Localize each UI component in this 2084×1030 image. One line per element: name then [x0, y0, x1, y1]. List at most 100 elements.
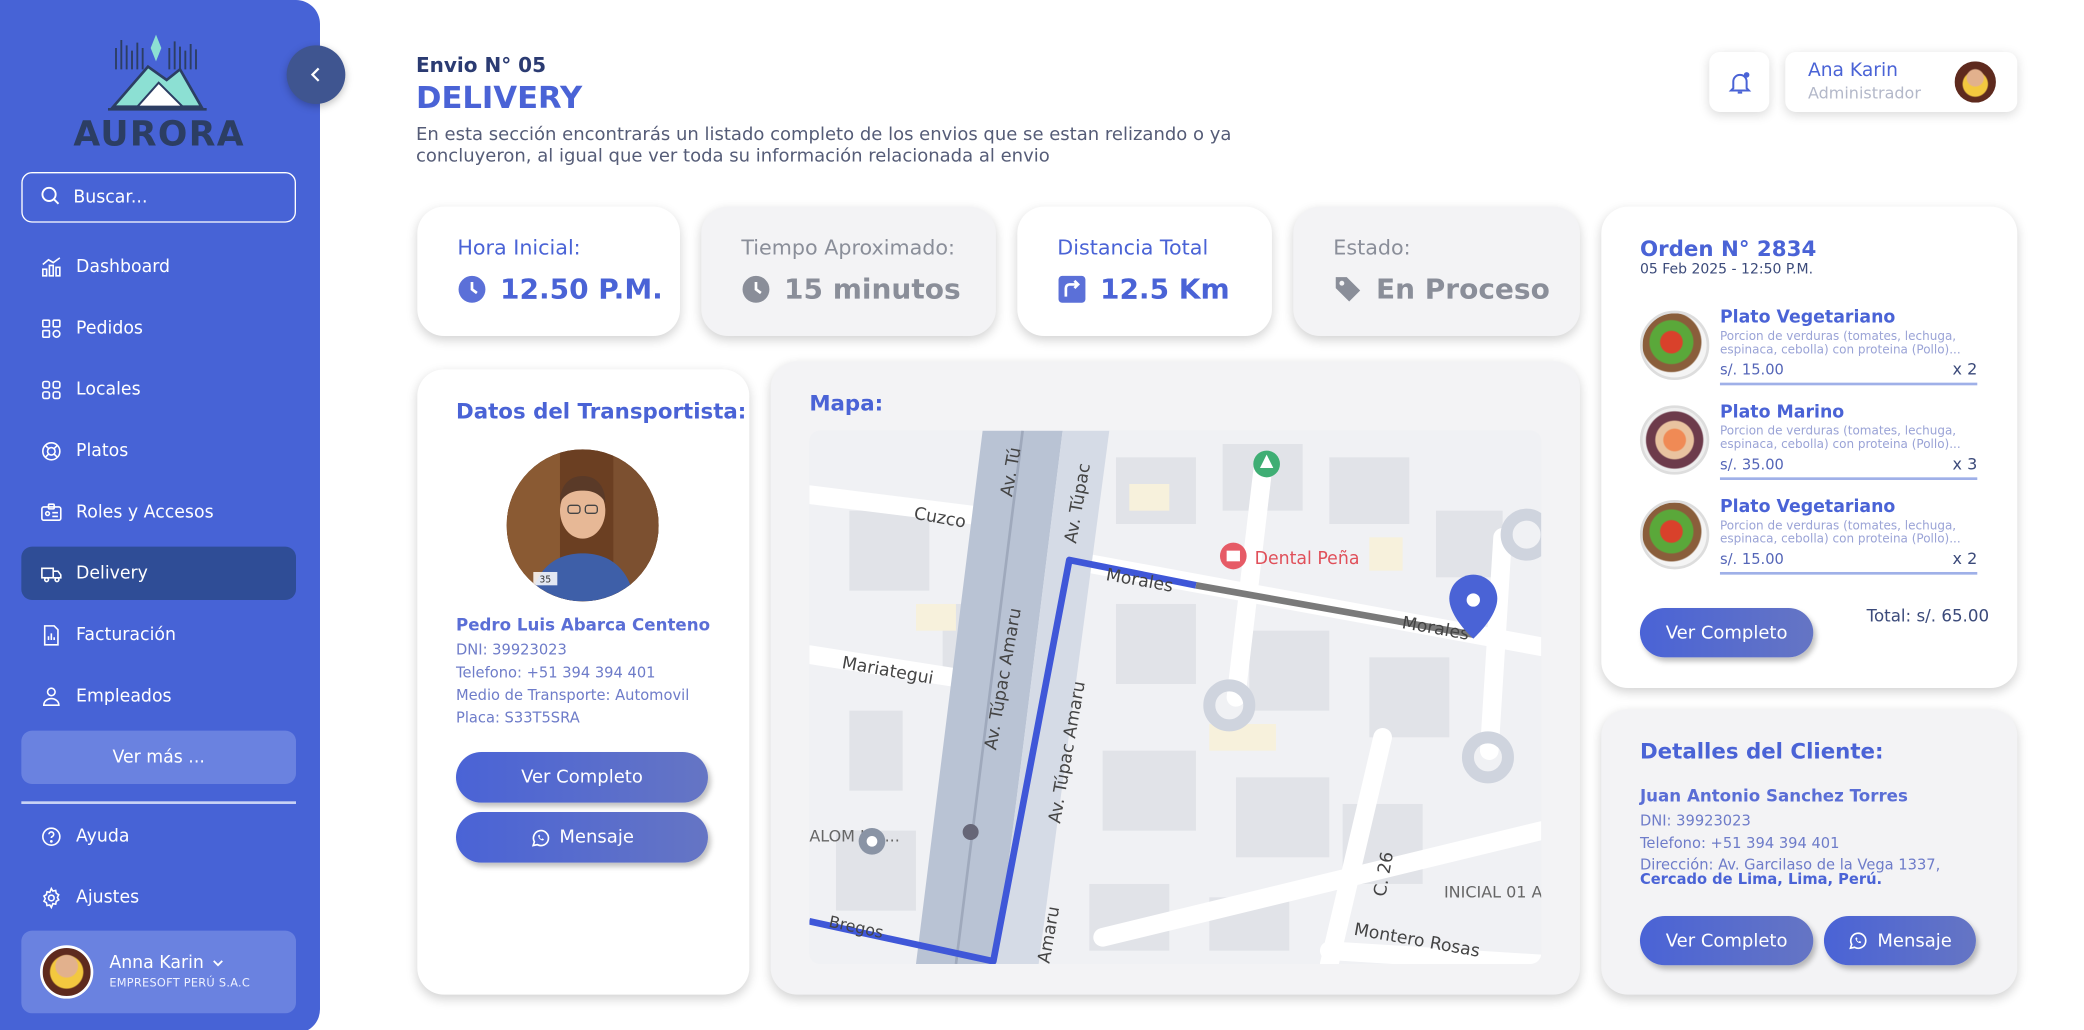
- dish-image: [1639, 405, 1710, 475]
- nav-label: Locales: [75, 379, 141, 400]
- user-name: Anna Karin: [109, 953, 204, 974]
- driver-plate: Placa: S33T5SRA: [455, 709, 580, 727]
- whatsapp-icon: [531, 829, 549, 846]
- client-card: Detalles del Cliente: Juan Antonio Sanch…: [1601, 709, 2018, 995]
- driver-card: Datos del Transportista: 35 Pedro Luis A…: [417, 369, 750, 995]
- stat-value: En Proceso: [1375, 273, 1550, 306]
- order-item: Plato Vegetariano Porcion de verduras (t…: [1639, 307, 1978, 388]
- clock-icon: [742, 275, 770, 303]
- dish-image: [1639, 310, 1710, 380]
- nav-pedidos[interactable]: Pedidos: [21, 301, 296, 354]
- order-view-button[interactable]: Ver Completo: [1639, 607, 1814, 658]
- header-profile[interactable]: Ana Karin Administrador: [1785, 51, 2018, 112]
- distance-card: Distancia Total 12.5 Km: [1017, 206, 1272, 336]
- client-view-button[interactable]: Ver Completo: [1639, 915, 1814, 966]
- nav-ajustes[interactable]: Ajustes: [21, 871, 296, 924]
- chart-icon: [42, 256, 61, 276]
- place-label: ALOM IAL...: [809, 826, 900, 845]
- clock-icon: [458, 275, 486, 303]
- client-address: Dirección: Av. Garcilaso de la Vega 1337…: [1640, 857, 1987, 886]
- start-time-card: Hora Inicial: 12.50 P.M.: [417, 206, 680, 336]
- item-name: Plato Vegetariano: [1719, 307, 1896, 328]
- chevron-left-icon: [310, 67, 320, 82]
- client-title: Detalles del Cliente:: [1639, 738, 1884, 764]
- item-description: Porcion de verduras (tomates, lechuga, e…: [1719, 330, 1961, 358]
- eta-card: Tiempo Aproximado: 15 minutos: [701, 206, 996, 336]
- order-date: 05 Feb 2025 - 12:50 P.M.: [1639, 261, 1814, 278]
- avatar: [1954, 61, 1996, 103]
- nav-ayuda[interactable]: Ayuda: [21, 809, 296, 862]
- address-city: Cercado de Lima, Lima, Perú.: [1639, 870, 1883, 888]
- order-total: Total: s/. 65.00: [1866, 605, 1990, 626]
- sidebar-divider: [21, 801, 296, 804]
- nav-label: Dashboard: [75, 256, 171, 277]
- order-card: Orden N° 2834 05 Feb 2025 - 12:50 P.M. P…: [1601, 206, 2018, 688]
- client-message-button[interactable]: Mensaje: [1823, 915, 1976, 966]
- avatar: [39, 945, 94, 999]
- stat-value: 12.50 P.M.: [499, 273, 663, 306]
- stat-value: 12.5 Km: [1099, 273, 1230, 306]
- nav-label: Facturación: [75, 624, 176, 645]
- dish-image: [1639, 499, 1710, 570]
- stat-value-row: 12.5 Km: [1057, 273, 1230, 306]
- driver-name: Pedro Luis Abarca Centeno: [455, 614, 711, 635]
- search-box[interactable]: [21, 171, 296, 223]
- stat-value-row: 12.50 P.M.: [457, 273, 663, 306]
- item-price: s/. 35.00: [1719, 455, 1784, 474]
- brand-name: AURORA: [73, 114, 245, 155]
- stat-value-row: 15 minutos: [741, 273, 961, 306]
- sidebar-user-card[interactable]: Anna Karin EMPRESOFT PERÚ S.A.C: [21, 930, 296, 1014]
- page-title: DELIVERY: [415, 81, 583, 116]
- search-icon: [39, 183, 62, 211]
- orders-icon: [42, 318, 61, 338]
- nav-label: Delivery: [75, 563, 148, 584]
- item-name: Plato Vegetariano: [1719, 497, 1896, 518]
- stat-value: 15 minutos: [783, 273, 961, 306]
- nav-delivery[interactable]: Delivery: [21, 546, 296, 600]
- stat-value-row: En Proceso: [1333, 273, 1550, 305]
- status-card: Estado: En Proceso: [1293, 206, 1580, 336]
- stat-label: Tiempo Aproximado:: [741, 235, 956, 260]
- item-divider: [1719, 382, 1978, 385]
- driver-phone: Telefono: +51 394 394 401: [455, 663, 656, 682]
- order-title: Orden N° 2834: [1639, 235, 1817, 262]
- nav-empleados[interactable]: Empleados: [21, 669, 296, 722]
- nav-dashboard[interactable]: Dashboard: [21, 240, 296, 293]
- page-description: En esta sección encontrarás un listado c…: [415, 123, 1232, 167]
- stat-label: Distancia Total: [1057, 235, 1209, 260]
- item-divider: [1719, 571, 1978, 574]
- stat-label: Hora Inicial:: [457, 235, 581, 260]
- nav-label: Platos: [75, 440, 129, 461]
- truck-icon: [41, 566, 62, 582]
- driver-photo: 35: [506, 449, 659, 602]
- id-card-icon: [41, 502, 62, 521]
- notifications-button[interactable]: [1709, 51, 1770, 112]
- client-dni: DNI: 39923023: [1639, 811, 1751, 830]
- driver-view-button[interactable]: Ver Completo: [455, 751, 708, 803]
- collapse-sidebar-button[interactable]: [286, 45, 346, 104]
- nav-locales[interactable]: Locales: [21, 363, 296, 416]
- client-phone: Telefono: +51 394 394 401: [1639, 834, 1840, 852]
- nav-label: Empleados: [75, 685, 172, 706]
- map-view[interactable]: Cuzco Av. Tú Av. Túpac Mariategui Av. Tú…: [809, 430, 1542, 964]
- nav-platos[interactable]: Platos: [21, 424, 296, 477]
- see-more-button[interactable]: Ver más ...: [21, 730, 296, 784]
- invoice-icon: [43, 624, 59, 645]
- item-name: Plato Marino: [1719, 402, 1845, 423]
- stat-label: Estado:: [1333, 235, 1411, 260]
- driver-message-button[interactable]: Mensaje: [455, 811, 708, 863]
- nav-label: Roles y Accesos: [75, 501, 214, 522]
- nav-facturacion[interactable]: Facturación: [21, 608, 296, 661]
- route-icon: [1058, 275, 1086, 303]
- sidebar: AURORA Dashboard Pedidos Locales Platos …: [0, 0, 320, 1030]
- driver-dni: DNI: 39923023: [455, 641, 567, 659]
- button-label: Mensaje: [559, 826, 634, 848]
- tag-icon: [1335, 277, 1361, 302]
- lifebuoy-icon: [42, 441, 61, 460]
- nav-roles-accesos[interactable]: Roles y Accesos: [21, 485, 296, 538]
- item-quantity: x 2: [1952, 359, 1978, 379]
- item-quantity: x 3: [1952, 454, 1978, 474]
- search-input[interactable]: [73, 187, 274, 208]
- users-icon: [42, 686, 60, 706]
- order-item: Plato Marino Porcion de verduras (tomate…: [1639, 402, 1978, 483]
